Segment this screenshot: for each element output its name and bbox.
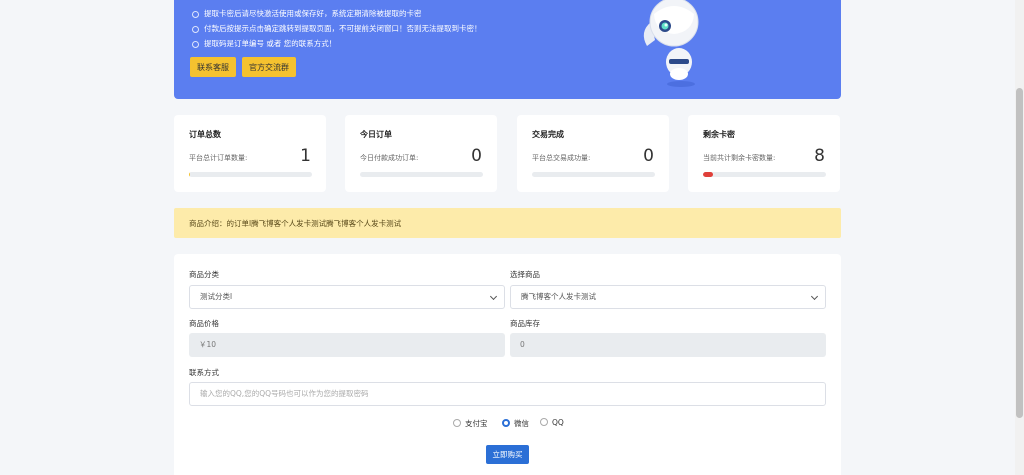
tip-item: 提取卡密后请尽快激活使用或保存好，系统定期清除被提取的卡密 xyxy=(190,6,482,21)
payment-option-wechat[interactable]: 微信 xyxy=(502,418,529,430)
stat-value: 8 xyxy=(814,146,825,166)
notice-text: 商品介绍：的订单l腾飞博客个人发卡测试腾飞博客个人发卡测试 xyxy=(189,219,402,228)
stat-value: 1 xyxy=(300,146,311,166)
stat-title: 剩余卡密 xyxy=(703,130,735,139)
contact-service-button[interactable]: 联系客服 xyxy=(190,57,236,77)
stat-card-today-orders: 今日订单 今日付款成功订单: 0 xyxy=(345,115,497,192)
payment-option-label: 微信 xyxy=(514,419,529,428)
stat-progress xyxy=(360,172,483,177)
tip-item: 付款后按提示点击确定跳转到提取页面，不可提前关闭窗口！否则无法提取到卡密！ xyxy=(190,21,482,36)
alipay-radio[interactable] xyxy=(453,419,461,427)
wechat-radio[interactable] xyxy=(502,419,510,427)
stat-value: 0 xyxy=(471,146,482,166)
scrollbar-thumb[interactable] xyxy=(1016,88,1023,418)
buy-now-button[interactable]: 立即购买 xyxy=(486,445,529,464)
stat-title: 订单总数 xyxy=(189,130,221,139)
product-label: 选择商品 xyxy=(510,270,540,279)
stat-progress xyxy=(532,172,655,177)
stat-desc: 当前共计剩余卡密数量: xyxy=(703,154,776,162)
payment-option-label: QQ xyxy=(552,418,564,427)
product-notice: 商品介绍：的订单l腾飞博客个人发卡测试腾飞博客个人发卡测试 xyxy=(174,208,841,238)
price-label: 商品价格 xyxy=(189,319,219,328)
stat-progress-fill xyxy=(189,172,191,177)
stat-progress xyxy=(189,172,312,177)
payment-option-alipay[interactable]: 支付宝 xyxy=(453,418,488,430)
payment-option-qq[interactable]: QQ xyxy=(540,418,564,430)
stat-progress-fill xyxy=(703,172,713,177)
tip-item: 提取码是订单编号 或者 您的联系方式！ xyxy=(190,36,482,51)
category-select[interactable]: 测试分类l xyxy=(189,285,505,309)
category-label: 商品分类 xyxy=(189,270,219,279)
stat-desc: 平台总交易成功量: xyxy=(532,154,591,162)
stock-label: 商品库存 xyxy=(510,319,540,328)
product-select[interactable]: 腾飞博客个人发卡测试 xyxy=(510,285,826,309)
stat-title: 交易完成 xyxy=(532,130,564,139)
tips-list: 提取卡密后请尽快激活使用或保存好，系统定期清除被提取的卡密 付款后按提示点击确定… xyxy=(190,6,482,51)
order-form: 商品分类 测试分类l 选择商品 腾飞博客个人发卡测试 商品价格 ￥10 商品库存… xyxy=(174,254,841,475)
qq-radio[interactable] xyxy=(540,418,548,426)
stat-card-remaining-cards: 剩余卡密 当前共计剩余卡密数量: 8 xyxy=(688,115,840,192)
payment-option-label: 支付宝 xyxy=(465,419,488,428)
stat-title: 今日订单 xyxy=(360,130,392,139)
stat-value: 0 xyxy=(643,146,654,166)
stat-desc: 平台总计订单数量: xyxy=(189,154,248,162)
stat-card-completed: 交易完成 平台总交易成功量: 0 xyxy=(517,115,669,192)
official-group-button[interactable]: 官方交流群 xyxy=(242,57,296,77)
header-banner: 提取卡密后请尽快激活使用或保存好，系统定期清除被提取的卡密 付款后按提示点击确定… xyxy=(174,0,841,99)
contact-label: 联系方式 xyxy=(189,368,219,377)
contact-input[interactable]: 输入您的QQ,您的QQ号码也可以作为您的提取密码 xyxy=(189,382,826,406)
stock-field: 0 xyxy=(510,333,826,357)
price-field: ￥10 xyxy=(189,333,505,357)
stat-card-total-orders: 订单总数 平台总计订单数量: 1 xyxy=(174,115,326,192)
stat-progress xyxy=(703,172,826,177)
page-scrollbar[interactable] xyxy=(1015,0,1024,475)
robot-illustration xyxy=(643,0,699,87)
stat-desc: 今日付款成功订单: xyxy=(360,154,419,162)
